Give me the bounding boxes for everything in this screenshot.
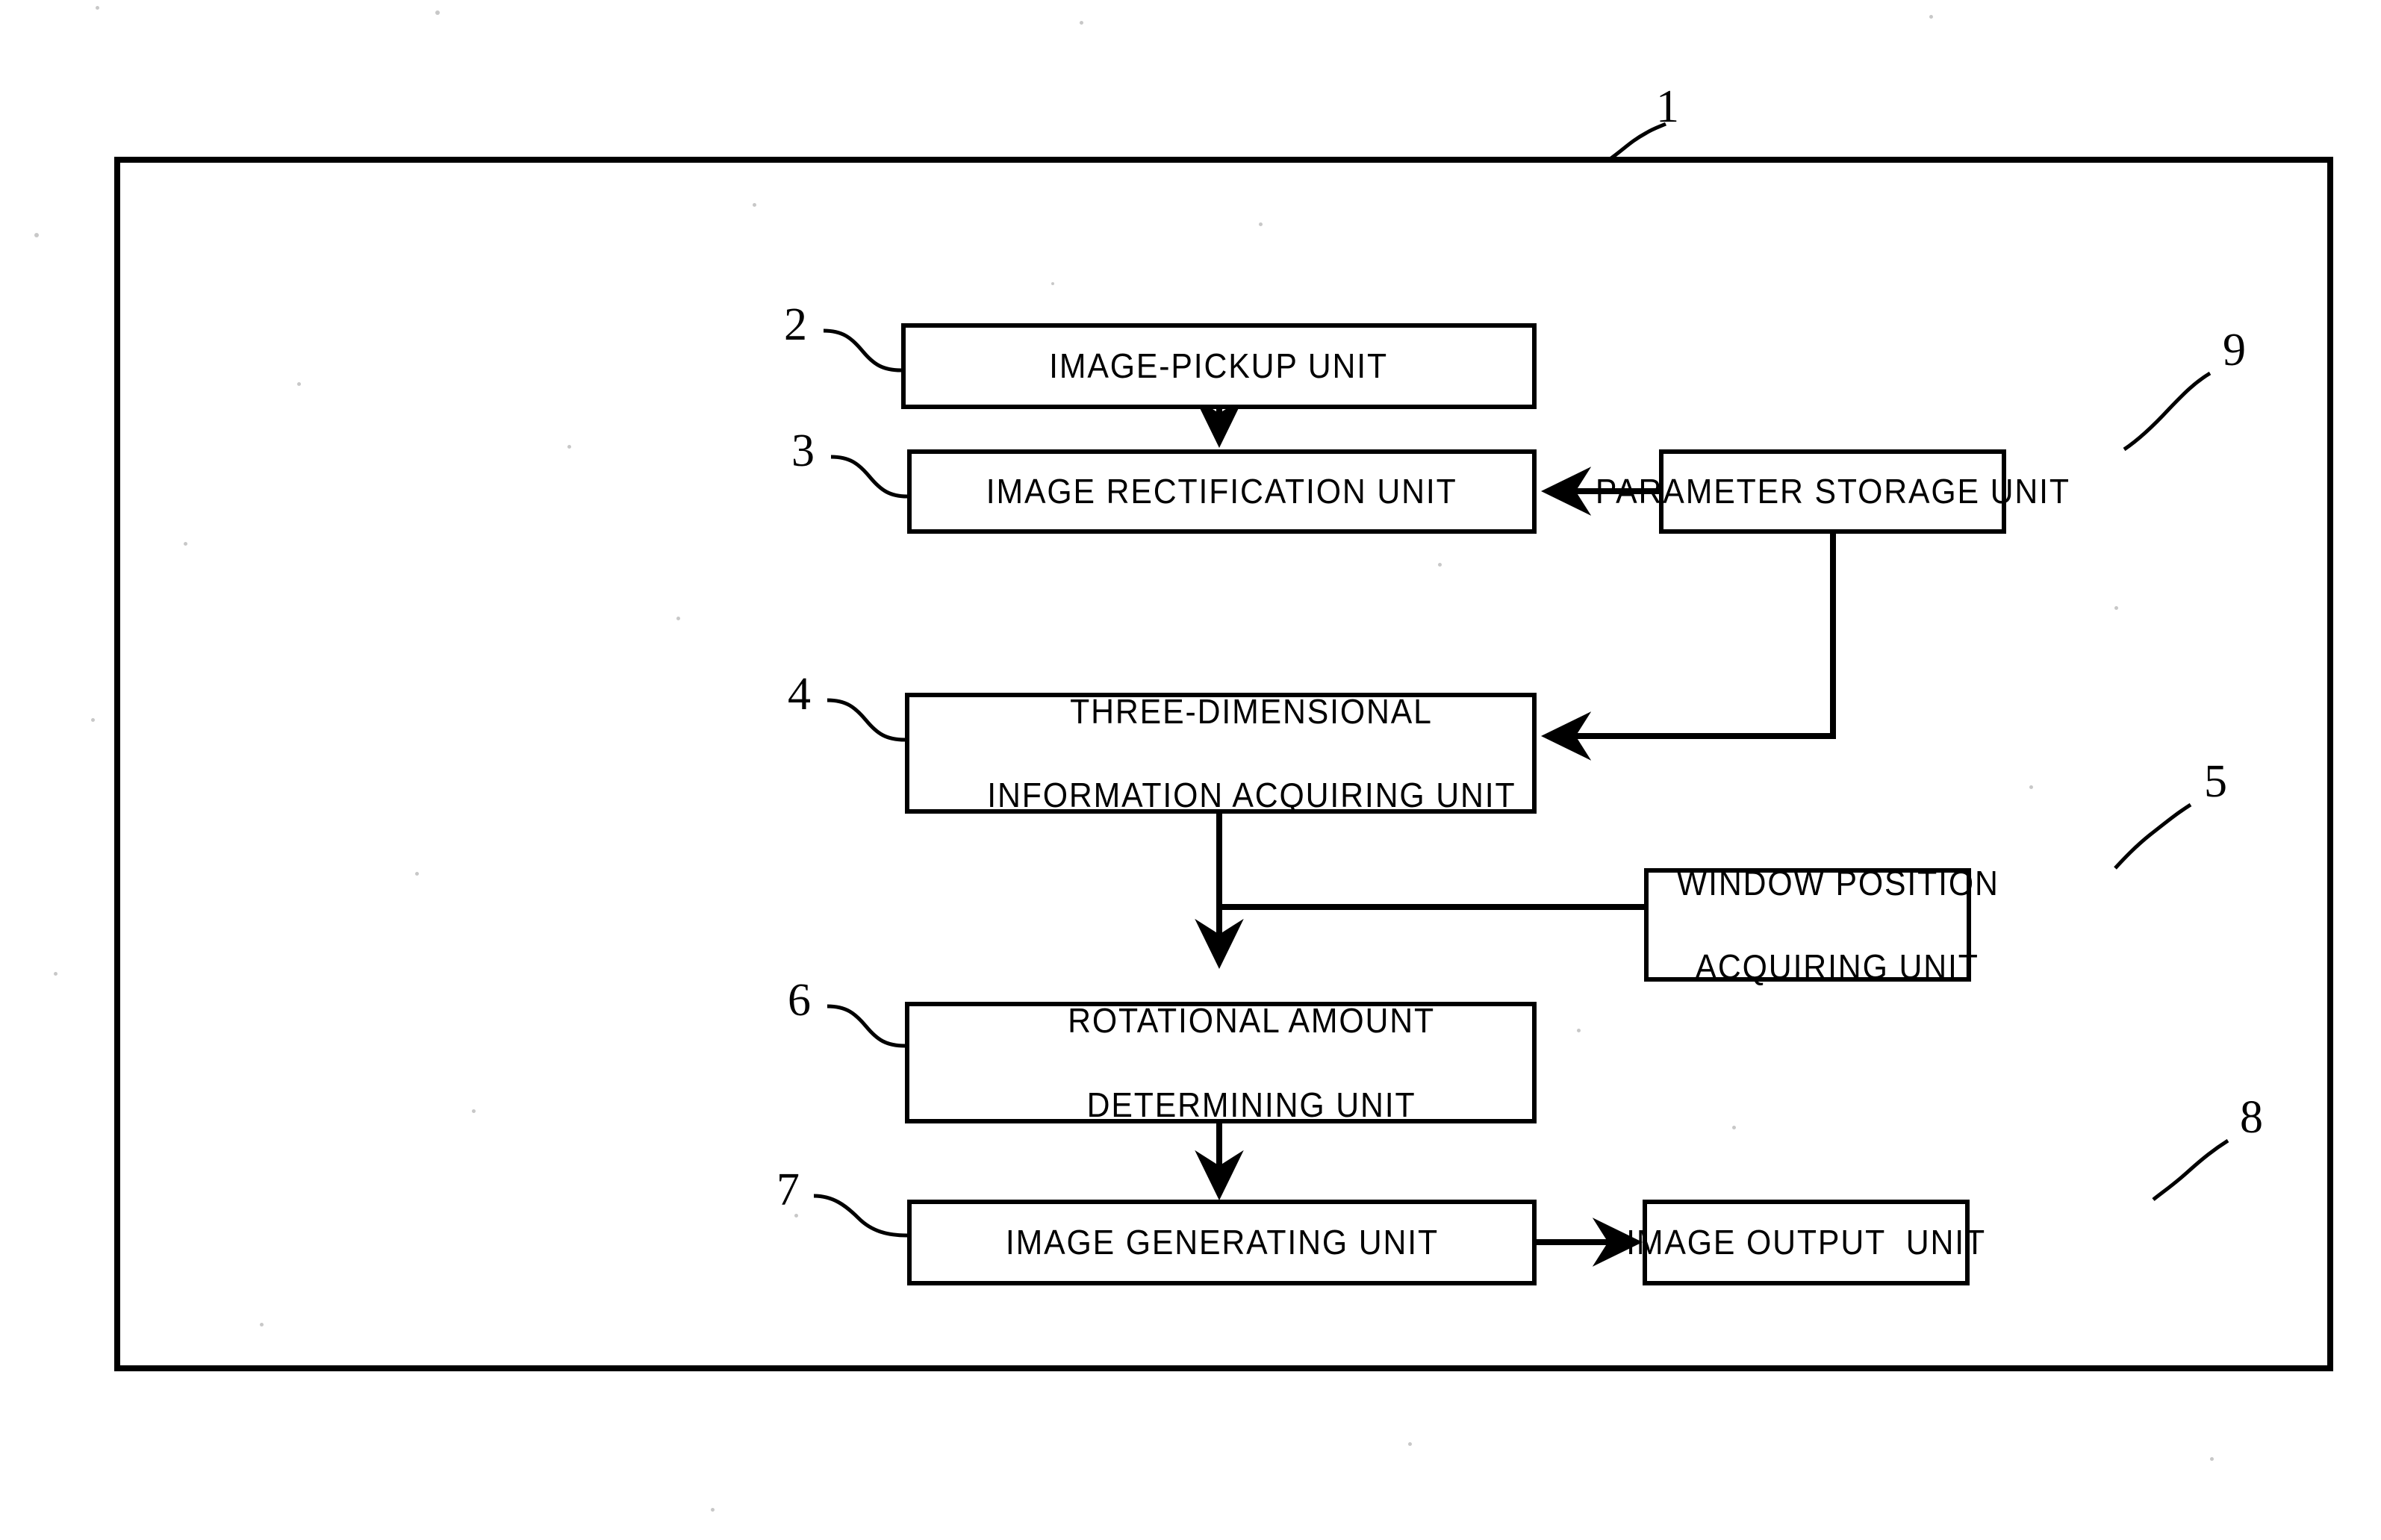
leader-line-2 <box>823 328 902 372</box>
leader-line-3 <box>830 455 908 499</box>
ref-numeral-5: 5 <box>2204 756 2227 807</box>
ref-numeral-8: 8 <box>2240 1092 2263 1143</box>
ref-numeral-6: 6 <box>788 975 811 1026</box>
ref-numeral-3: 3 <box>791 425 815 476</box>
block-window-position[interactable]: WINDOW POSITION ACQUIRING UNIT <box>1644 864 1998 986</box>
scan-speck <box>794 1214 798 1218</box>
block-image-rectification[interactable]: IMAGE RECTIFICATION UNIT <box>907 449 1537 534</box>
block-parameter-storage[interactable]: PARAMETER STORAGE UNIT <box>1596 449 2069 534</box>
block-image-rectification-label: IMAGE RECTIFICATION UNIT <box>986 472 1457 511</box>
block-image-output[interactable]: IMAGE OUTPUT UNIT <box>1626 1200 1985 1285</box>
scan-speck <box>54 972 57 976</box>
leader-line-5 <box>2114 802 2192 870</box>
block-rotational-amount-label: ROTATIONAL AMOUNT DETERMINING UNIT <box>1006 958 1435 1168</box>
block-three-dimensional-line1: THREE-DIMENSIONAL <box>1070 691 1433 731</box>
scan-speck <box>1577 1029 1581 1032</box>
scan-speck <box>2210 1457 2214 1461</box>
scan-speck <box>260 1323 264 1327</box>
scan-speck <box>1929 15 1933 19</box>
scan-speck <box>297 382 301 386</box>
scan-speck <box>1051 282 1054 285</box>
scan-speck <box>676 617 680 620</box>
scan-speck <box>435 10 440 15</box>
block-rotational-amount-line1: ROTATIONAL AMOUNT <box>1068 1001 1436 1041</box>
connector-parameter-to-3d <box>1541 534 1836 761</box>
block-window-position-label: WINDOW POSITION ACQUIRING UNIT <box>1616 820 1999 1030</box>
ref-numeral-1: 1 <box>1656 81 1679 132</box>
scan-speck <box>753 203 756 207</box>
ref-numeral-7: 7 <box>776 1165 800 1215</box>
scan-speck <box>184 542 187 546</box>
scan-speck <box>1080 21 1083 25</box>
leader-line-7 <box>813 1194 908 1238</box>
block-rotational-amount-line2: DETERMINING UNIT <box>1086 1085 1416 1124</box>
scan-speck <box>1408 1442 1412 1446</box>
scan-speck <box>91 718 95 722</box>
scan-speck <box>1259 222 1263 226</box>
scan-speck <box>711 1508 715 1512</box>
scan-speck <box>567 445 571 449</box>
leader-line-9 <box>2123 371 2212 452</box>
scan-speck <box>472 1109 476 1113</box>
leader-line-6 <box>827 1004 906 1048</box>
scan-speck <box>2029 785 2033 789</box>
scan-speck <box>1438 563 1442 567</box>
block-image-output-label: IMAGE OUTPUT UNIT <box>1626 1223 1986 1262</box>
ref-numeral-2: 2 <box>784 299 807 350</box>
block-three-dimensional[interactable]: THREE-DIMENSIONAL INFORMATION ACQUIRING … <box>905 692 1537 814</box>
scan-speck <box>1732 1126 1736 1129</box>
ref-numeral-4: 4 <box>788 669 811 720</box>
leader-line-4 <box>827 698 906 742</box>
block-image-generating-label: IMAGE GENERATING UNIT <box>1005 1223 1439 1262</box>
block-parameter-storage-label: PARAMETER STORAGE UNIT <box>1595 472 2070 511</box>
scan-speck <box>2114 606 2118 610</box>
scan-speck <box>96 6 99 10</box>
figure-canvas: IMAGE-PICKUP UNIT IMAGE RECTIFICATION UN… <box>0 0 2381 1540</box>
block-window-position-line1: WINDOW POSITION <box>1677 863 2000 903</box>
leader-line-8 <box>2152 1138 2229 1201</box>
block-rotational-amount[interactable]: ROTATIONAL AMOUNT DETERMINING UNIT <box>905 1001 1537 1124</box>
block-window-position-line2: ACQUIRING UNIT <box>1695 947 1980 987</box>
block-three-dimensional-label: THREE-DIMENSIONAL INFORMATION ACQUIRING … <box>926 649 1516 858</box>
block-three-dimensional-line2: INFORMATION ACQUIRING UNIT <box>987 776 1516 815</box>
block-image-generating[interactable]: IMAGE GENERATING UNIT <box>907 1200 1537 1285</box>
block-image-pickup-label: IMAGE-PICKUP UNIT <box>1049 346 1389 386</box>
ref-numeral-9: 9 <box>2223 325 2246 375</box>
scan-speck <box>415 872 419 876</box>
scan-speck <box>34 233 39 237</box>
block-image-pickup[interactable]: IMAGE-PICKUP UNIT <box>901 323 1537 409</box>
